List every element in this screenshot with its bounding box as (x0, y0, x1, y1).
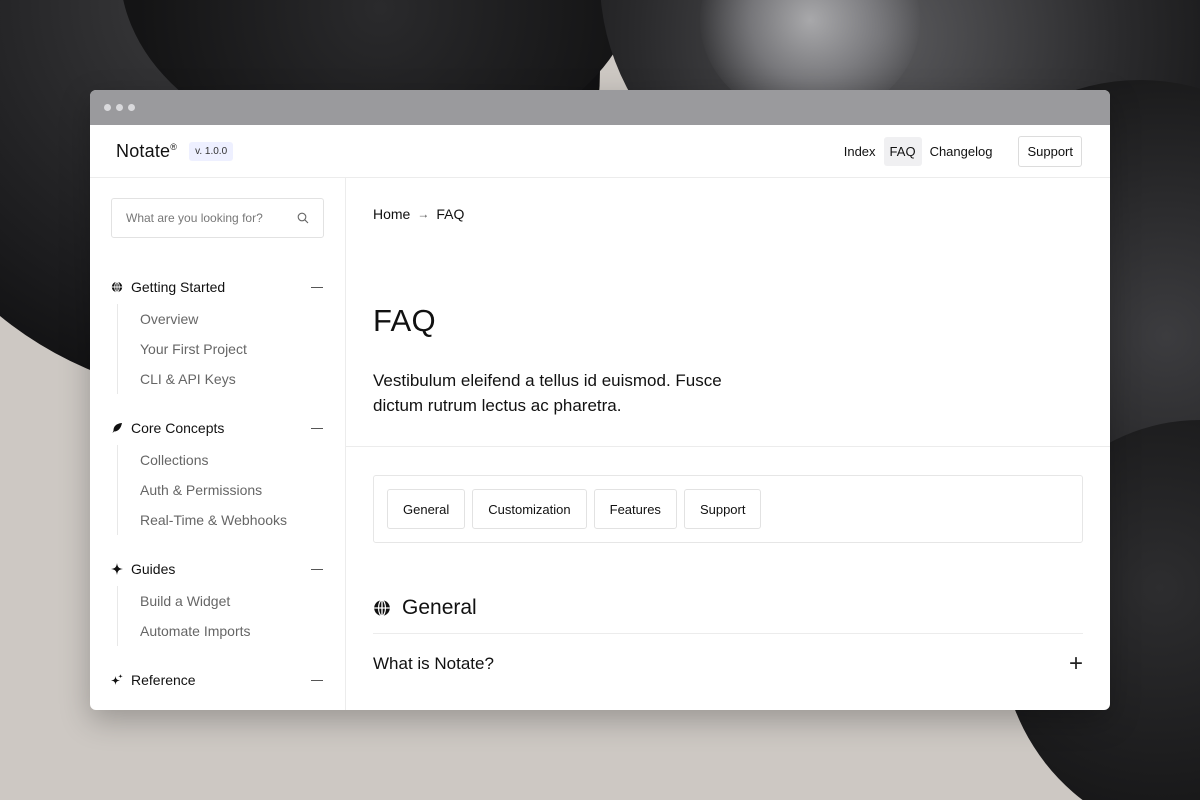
sidebar-item-collections[interactable]: Collections (140, 445, 324, 475)
faq-category-tabs: General Customization Features Support (373, 475, 1083, 543)
divider (373, 633, 1083, 634)
search-input[interactable]: What are you looking for? (111, 198, 324, 238)
section-header[interactable]: Reference (111, 671, 324, 689)
leaf-icon (112, 423, 122, 433)
sparkle-icon (111, 563, 123, 575)
breadcrumb-home[interactable]: Home (373, 206, 410, 222)
search-icon (297, 212, 309, 224)
brand[interactable]: Notate® v. 1.0.0 (116, 141, 234, 162)
divider (346, 446, 1110, 447)
page-title: FAQ (373, 303, 436, 338)
collapse-icon[interactable] (311, 286, 323, 288)
window-dot[interactable] (116, 104, 123, 111)
search-placeholder: What are you looking for? (126, 211, 263, 225)
sidebar-section-reference: Reference (111, 671, 324, 689)
sidebar-item-overview[interactable]: Overview (140, 304, 324, 334)
tab-general[interactable]: General (387, 489, 466, 529)
section-title: Getting Started (131, 279, 226, 295)
support-button[interactable]: Support (1018, 135, 1082, 167)
top-nav: Index FAQ Changelog Support (838, 135, 1082, 167)
main-content: Home → FAQ FAQ Vestibulum eleifend a tel… (346, 178, 1110, 710)
page-intro: Vestibulum eleifend a tellus id euismod.… (373, 371, 722, 415)
breadcrumb-current: FAQ (436, 206, 465, 222)
plus-icon[interactable]: + (1069, 652, 1083, 676)
sidebar-item-auth-permissions[interactable]: Auth & Permissions (140, 475, 324, 505)
section-items: Build a Widget Automate Imports (117, 586, 324, 646)
sidebar-item-real-time-webhooks[interactable]: Real-Time & Webhooks (140, 505, 324, 535)
window-dot[interactable] (128, 104, 135, 111)
registered-mark: ® (170, 141, 178, 152)
nav-link-faq[interactable]: FAQ (883, 136, 922, 166)
collapse-icon[interactable] (311, 427, 323, 429)
top-header: Notate® v. 1.0.0 Index FAQ Changelog Sup… (90, 125, 1110, 178)
sparkles-icon (111, 674, 123, 685)
window-dot[interactable] (104, 104, 111, 111)
tab-customization[interactable]: Customization (472, 489, 587, 529)
section-title: Reference (131, 672, 196, 688)
faq-question[interactable]: What is Notate? + (373, 652, 1083, 676)
version-badge: v. 1.0.0 (189, 141, 234, 161)
sidebar-item-cli-api-keys[interactable]: CLI & API Keys (140, 364, 324, 394)
collapse-icon[interactable] (311, 679, 323, 681)
sidebar-item-automate-imports[interactable]: Automate Imports (140, 616, 324, 646)
globe-icon (374, 599, 390, 617)
breadcrumb: Home → FAQ (373, 206, 464, 222)
section-header[interactable]: Getting Started (111, 278, 324, 296)
question-text: What is Notate? (373, 654, 494, 673)
section-title: Core Concepts (131, 420, 225, 436)
section-items: Collections Auth & Permissions Real-Time… (117, 445, 324, 535)
section-header[interactable]: Core Concepts (111, 419, 324, 437)
sidebar-item-build-a-widget[interactable]: Build a Widget (140, 586, 324, 616)
collapse-icon[interactable] (311, 568, 323, 570)
section-header[interactable]: Guides (111, 560, 324, 578)
sidebar-section-core-concepts: Core Concepts Collections Auth & Permiss… (111, 419, 324, 535)
sidebar-section-getting-started: Getting Started Overview Your First Proj… (111, 278, 324, 394)
nav-link-changelog[interactable]: Changelog (924, 137, 999, 166)
app-logo[interactable]: Notate® (116, 141, 177, 162)
sidebar: What are you looking for? Getting Starte… (90, 178, 346, 710)
arrow-right-icon: → (417, 207, 430, 221)
window-titlebar (90, 90, 1110, 125)
tab-features[interactable]: Features (593, 489, 677, 529)
globe-icon (111, 281, 123, 293)
section-items: Overview Your First Project CLI & API Ke… (117, 304, 324, 394)
browser-window: Notate® v. 1.0.0 Index FAQ Changelog Sup… (90, 90, 1110, 710)
category-heading: General (373, 596, 477, 620)
section-title: Guides (131, 561, 176, 577)
nav-link-index[interactable]: Index (838, 137, 882, 166)
category-title: General (402, 596, 477, 619)
sidebar-item-your-first-project[interactable]: Your First Project (140, 334, 324, 364)
tab-support[interactable]: Support (683, 489, 762, 529)
sidebar-section-guides: Guides Build a Widget Automate Imports (111, 560, 324, 646)
app-name: Notate (116, 140, 171, 161)
